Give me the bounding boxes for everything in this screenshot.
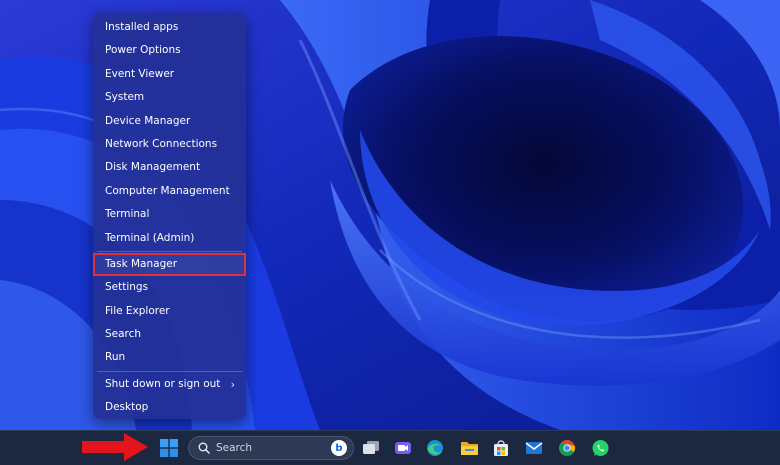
menu-item-network-connections[interactable]: Network Connections <box>93 133 246 156</box>
menu-item-disk-management[interactable]: Disk Management <box>93 156 246 179</box>
menu-item-run[interactable]: Run <box>93 346 246 369</box>
menu-item-terminal[interactable]: Terminal <box>93 203 246 226</box>
edge-browser-icon[interactable] <box>424 437 446 459</box>
whatsapp-icon[interactable] <box>589 437 611 459</box>
menu-item-task-manager[interactable]: Task Manager <box>93 252 246 277</box>
menu-item-terminal-admin[interactable]: Terminal (Admin) <box>93 227 246 250</box>
menu-separator <box>97 250 242 252</box>
quick-link-menu: Installed apps Power Options Event Viewe… <box>93 13 246 419</box>
menu-item-installed-apps[interactable]: Installed apps <box>93 16 246 39</box>
file-explorer-icon[interactable] <box>458 437 480 459</box>
task-view-icon[interactable] <box>360 437 382 459</box>
menu-item-label: Shut down or sign out <box>105 377 221 390</box>
search-placeholder: Search <box>216 442 253 454</box>
bing-icon[interactable]: b <box>331 440 347 456</box>
microsoft-store-icon[interactable] <box>490 437 512 459</box>
taskbar-search-box[interactable]: Search b <box>188 436 354 460</box>
chrome-icon[interactable] <box>556 437 578 459</box>
menu-item-computer-management[interactable]: Computer Management <box>93 180 246 203</box>
menu-item-shut-down-or-sign-out[interactable]: Shut down or sign out › <box>93 373 246 396</box>
menu-item-desktop[interactable]: Desktop <box>93 396 246 419</box>
menu-item-file-explorer[interactable]: File Explorer <box>93 300 246 323</box>
red-arrow-pointer-icon <box>82 433 148 461</box>
chevron-right-icon: › <box>230 377 235 391</box>
mail-icon[interactable] <box>523 437 545 459</box>
windows-start-icon[interactable] <box>158 437 180 459</box>
menu-separator <box>97 370 242 372</box>
menu-item-power-options[interactable]: Power Options <box>93 39 246 62</box>
menu-item-device-manager[interactable]: Device Manager <box>93 110 246 133</box>
menu-item-event-viewer[interactable]: Event Viewer <box>93 63 246 86</box>
menu-item-settings[interactable]: Settings <box>93 276 246 299</box>
menu-item-system[interactable]: System <box>93 86 246 109</box>
menu-item-search[interactable]: Search <box>93 323 246 346</box>
search-icon <box>198 442 210 454</box>
meet-video-icon[interactable] <box>392 437 414 459</box>
